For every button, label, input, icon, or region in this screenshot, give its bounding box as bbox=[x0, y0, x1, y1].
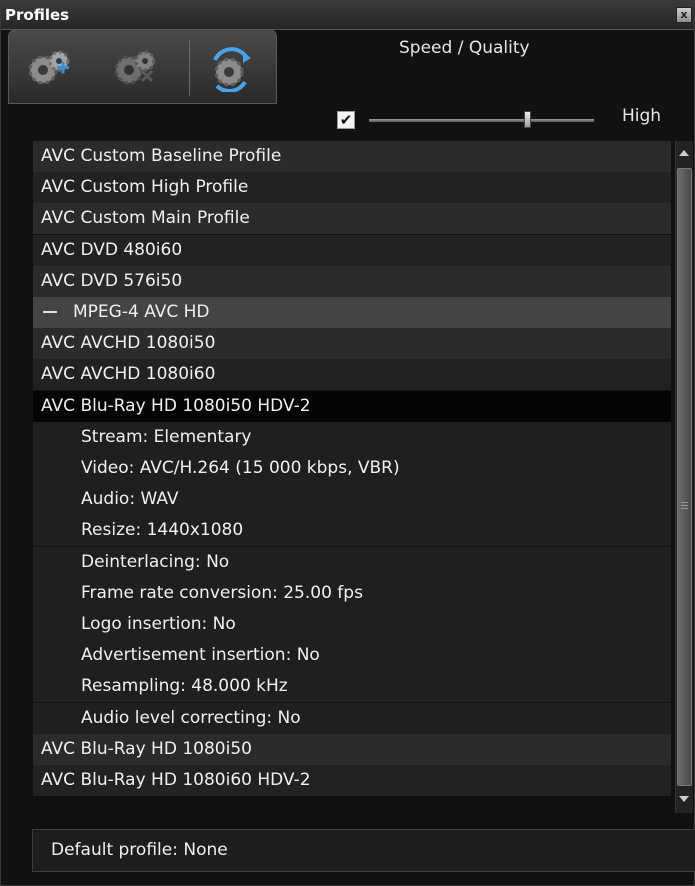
profile-row-label: AVC AVCHD 1080i60 bbox=[41, 364, 216, 385]
profile-row-label: AVC DVD 576i50 bbox=[41, 270, 183, 291]
speed-quality-value: High bbox=[622, 106, 662, 126]
scroll-up-arrow-icon[interactable] bbox=[679, 150, 689, 156]
profile-row-label: AVC AVCHD 1080i50 bbox=[41, 333, 216, 354]
profile-row-label: AVC DVD 480i60 bbox=[41, 239, 183, 260]
profile-row[interactable]: AVC Blu-Ray HD 1080i50 HDV-2 bbox=[33, 390, 671, 422]
speed-quality-label: Speed / Quality bbox=[399, 38, 530, 58]
refresh-profile-gears-icon bbox=[213, 47, 251, 93]
remove-profile-gears-icon bbox=[114, 50, 156, 85]
profile-detail-row[interactable]: Deinterlacing: No bbox=[33, 546, 671, 578]
profile-row[interactable]: AVC Custom Baseline Profile bbox=[33, 141, 671, 172]
remove-profile-button[interactable] bbox=[109, 44, 163, 92]
profile-row-label: Frame rate conversion: 25.00 fps bbox=[81, 582, 363, 603]
default-profile-bar: Default profile: None bbox=[32, 829, 695, 872]
profile-detail-row[interactable]: Advertisement insertion: No bbox=[33, 640, 671, 672]
speed-quality-slider-thumb[interactable] bbox=[523, 111, 531, 128]
collapse-minus-icon[interactable] bbox=[43, 311, 57, 313]
profile-row-label: AVC Custom High Profile bbox=[41, 177, 249, 198]
profile-detail-row[interactable]: Stream: Elementary bbox=[33, 421, 671, 453]
profile-detail-row[interactable]: Logo insertion: No bbox=[33, 609, 671, 640]
profile-row[interactable]: AVC AVCHD 1080i60 bbox=[33, 359, 671, 391]
profile-row-label: Resize: 1440x1080 bbox=[81, 520, 244, 541]
profile-row-label: AVC Custom Baseline Profile bbox=[41, 146, 282, 166]
profile-row[interactable]: AVC Custom High Profile bbox=[33, 172, 671, 204]
profile-row[interactable]: AVC AVCHD 1080i50 bbox=[33, 328, 671, 360]
profile-row-label: Video: AVC/H.264 (15 000 kbps, VBR) bbox=[81, 458, 400, 478]
titlebar[interactable]: Profiles x bbox=[1, 1, 694, 30]
profile-row-label: AVC Blu-Ray HD 1080i50 HDV-2 bbox=[41, 395, 311, 416]
profile-row-label: AVC Custom Main Profile bbox=[41, 208, 250, 229]
profile-row-label: Audio: WAV bbox=[81, 489, 179, 510]
profile-detail-row[interactable]: Audio level correcting: No bbox=[33, 702, 671, 734]
window-title: Profiles bbox=[5, 6, 70, 24]
profile-toolbar bbox=[8, 29, 277, 104]
speed-quality-slider[interactable] bbox=[369, 119, 594, 122]
profile-row-label: AVC Blu-Ray HD 1080i60 HDV-2 bbox=[41, 770, 311, 790]
scrollbar-thumb[interactable] bbox=[677, 168, 692, 786]
profile-row-label: Stream: Elementary bbox=[81, 426, 252, 447]
profile-detail-row[interactable]: Video: AVC/H.264 (15 000 kbps, VBR) bbox=[33, 453, 671, 484]
profile-row-label: AVC Blu-Ray HD 1080i50 bbox=[41, 738, 252, 759]
profile-row-label: Audio level correcting: No bbox=[81, 707, 301, 728]
profile-list[interactable]: AVC Custom Baseline Profile AVC Custom Hi… bbox=[33, 141, 671, 813]
add-profile-button[interactable] bbox=[23, 44, 77, 92]
default-profile-label: Default profile: None bbox=[51, 840, 228, 860]
profile-detail-row[interactable]: Resize: 1440x1080 bbox=[33, 515, 671, 547]
profile-detail-row[interactable]: Resampling: 48.000 kHz bbox=[33, 671, 671, 703]
profile-row-label: Advertisement insertion: No bbox=[81, 645, 320, 666]
profile-row-label: Logo insertion: No bbox=[81, 614, 236, 634]
scroll-down-arrow-icon[interactable] bbox=[679, 796, 689, 802]
profile-group-header[interactable]: MPEG-4 AVC HD bbox=[33, 297, 671, 328]
profile-row[interactable]: AVC Blu-Ray HD 1080i60 HDV-2 bbox=[33, 765, 671, 796]
profile-row[interactable]: AVC DVD 576i50 bbox=[33, 265, 671, 297]
profile-row-label: Resampling: 48.000 kHz bbox=[81, 676, 288, 697]
profile-row[interactable]: AVC DVD 480i60 bbox=[33, 234, 671, 266]
profile-row-label: Deinterlacing: No bbox=[81, 551, 230, 572]
profiles-window: Profiles x Speed / Quality ✔ High AVC Cu… bbox=[0, 0, 695, 886]
profile-detail-row[interactable]: Audio: WAV bbox=[33, 484, 671, 516]
profile-row[interactable]: AVC Custom Main Profile bbox=[33, 203, 671, 235]
add-profile-gears-icon bbox=[28, 50, 70, 85]
profile-row[interactable]: AVC Blu-Ray HD 1080i50 bbox=[33, 733, 671, 765]
profile-row-label: MPEG-4 AVC HD bbox=[73, 302, 210, 322]
speed-quality-checkbox[interactable]: ✔ bbox=[337, 111, 355, 129]
profile-list-scrollbar[interactable] bbox=[675, 141, 693, 813]
close-button[interactable]: x bbox=[676, 7, 692, 23]
profile-detail-row[interactable]: Frame rate conversion: 25.00 fps bbox=[33, 577, 671, 609]
refresh-profile-button[interactable] bbox=[205, 44, 259, 93]
